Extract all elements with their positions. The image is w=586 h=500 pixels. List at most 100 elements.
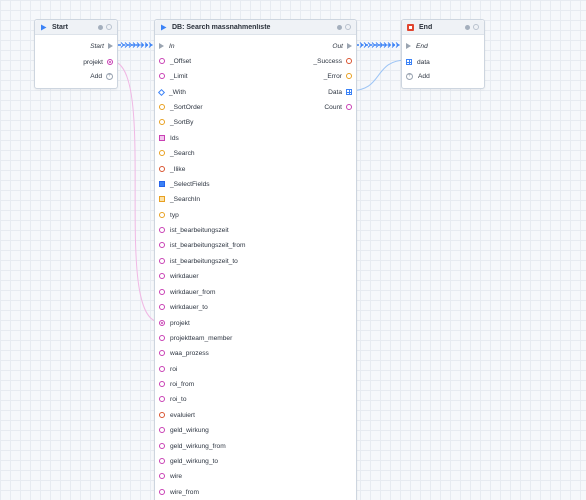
db-input-ids[interactable]: Ids (159, 132, 179, 144)
table-data-pin-icon[interactable] (406, 59, 412, 65)
pink-data-pin-icon[interactable] (159, 289, 165, 295)
diamond-pin-icon[interactable] (157, 88, 166, 96)
pink-data-pin-icon[interactable] (346, 104, 352, 110)
orange-data-pin-icon[interactable] (159, 104, 165, 110)
pink-data-pin-icon[interactable] (159, 58, 165, 64)
db-output-data[interactable]: Data (328, 86, 352, 98)
db-input-typ[interactable]: typ (159, 209, 179, 221)
pink-data-pin-icon[interactable] (159, 350, 165, 356)
pink-data-pin-icon[interactable] (159, 458, 165, 464)
pink-data-pin-icon[interactable] (159, 273, 165, 279)
node-settings-icon[interactable] (473, 24, 479, 30)
red-data-pin-icon[interactable] (159, 412, 165, 418)
db-input-sortorder[interactable]: _SortOrder (159, 101, 203, 113)
end-add-param-button[interactable]: + Add (406, 70, 430, 82)
end-node[interactable]: End End data + Add (401, 19, 485, 89)
exec-wire-end-arrows (359, 42, 400, 48)
pink-data-pin-icon[interactable] (159, 227, 165, 233)
db-exec-output[interactable]: Out (332, 40, 352, 52)
orange-data-pin-icon[interactable] (346, 73, 352, 79)
array-pin-icon[interactable] (159, 135, 165, 141)
exec-out-pin-icon[interactable] (347, 43, 352, 49)
add-icon[interactable]: + (106, 72, 113, 80)
input-label: typ (170, 211, 179, 219)
pink-data-pin-icon[interactable] (159, 73, 165, 79)
node-settings-icon[interactable] (345, 24, 351, 30)
node-menu-icon[interactable] (337, 24, 342, 30)
db-input-with[interactable]: _With (157, 86, 186, 98)
db-input-geld-wirkung[interactable]: geld_wirkung (159, 424, 209, 436)
end-exec-input[interactable]: End (406, 40, 428, 52)
db-search-node[interactable]: DB: Search massnahmenliste In Out _Succe… (154, 19, 357, 500)
node-menu-icon[interactable] (465, 24, 470, 30)
db-input-roi-from[interactable]: roi_from (159, 378, 194, 390)
end-param-data[interactable]: data (406, 56, 430, 68)
orange-data-pin-icon[interactable] (159, 212, 165, 218)
db-input-ist-bearbeitungszeit-to[interactable]: ist_bearbeitungszeit_to (159, 255, 238, 267)
db-input-roi-to[interactable]: roi_to (159, 393, 187, 405)
red-data-pin-icon[interactable] (346, 58, 352, 64)
db-exec-input[interactable]: In (159, 40, 175, 52)
db-input-waa-prozess[interactable]: waa_prozess (159, 347, 209, 359)
db-input-ist-bearbeitungszeit-from[interactable]: ist_bearbeitungszeit_from (159, 239, 246, 251)
db-input-searchin[interactable]: _SearchIn (159, 193, 200, 205)
db-input-roi[interactable]: roi (159, 363, 177, 375)
pink-data-pin-icon[interactable] (159, 258, 165, 264)
db-input-evaluiert[interactable]: evaluiert (159, 409, 195, 421)
node-settings-icon[interactable] (106, 24, 112, 30)
db-input-wirkdauer-to[interactable]: wirkdauer_to (159, 301, 208, 313)
array-pin-icon[interactable] (159, 196, 165, 202)
db-input-search[interactable]: _Search (159, 147, 195, 159)
start-exec-output[interactable]: Start (90, 40, 113, 52)
db-input-projekt[interactable]: projekt (159, 317, 190, 329)
db-input-wirkdauer[interactable]: wirkdauer (159, 270, 199, 282)
db-input-geld-wirkung-to[interactable]: geld_wirkung_to (159, 455, 218, 467)
add-icon[interactable]: + (406, 72, 413, 80)
db-input-wire-from[interactable]: wire_from (159, 486, 199, 498)
db-input-selectfields[interactable]: _SelectFields (159, 178, 210, 190)
db-output-count[interactable]: Count (324, 101, 352, 113)
start-node-header[interactable]: Start (35, 20, 117, 35)
pink-data-pin-icon[interactable] (159, 396, 165, 402)
orange-data-pin-icon[interactable] (159, 150, 165, 156)
input-label: ist_bearbeitungszeit_from (170, 241, 246, 249)
db-input-limit[interactable]: _Limit (159, 70, 188, 82)
pink-data-pin-icon[interactable] (159, 489, 165, 495)
input-label: _SearchIn (170, 195, 201, 203)
db-input-wirkdauer-from[interactable]: wirkdauer_from (159, 286, 215, 298)
start-add-param-button[interactable]: Add + (90, 70, 113, 82)
pink-data-pin-icon[interactable] (159, 335, 165, 341)
pink-data-pin-icon[interactable] (159, 381, 165, 387)
db-input-ilike[interactable]: _Ilike (159, 163, 185, 175)
orange-data-pin-icon[interactable] (159, 119, 165, 125)
db-input-projektteam-member[interactable]: projektteam_member (159, 332, 232, 344)
end-node-header[interactable]: End (402, 20, 484, 35)
pink-data-pin-icon[interactable] (159, 304, 165, 310)
start-node[interactable]: Start Start projekt Add + (34, 19, 118, 89)
input-label: _Ilike (170, 165, 186, 173)
node-menu-icon[interactable] (98, 24, 103, 30)
pink-data-pin-icon[interactable] (159, 242, 165, 248)
pink-data-pin-connected-icon[interactable] (159, 320, 165, 326)
play-icon (40, 24, 47, 31)
db-input-sortby[interactable]: _SortBy (159, 116, 193, 128)
red-data-pin-icon[interactable] (159, 166, 165, 172)
exec-out-pin-icon[interactable] (108, 43, 113, 49)
db-output-success[interactable]: _Success (313, 55, 352, 67)
db-output-error[interactable]: _Error (324, 70, 352, 82)
pink-data-pin-icon[interactable] (159, 427, 165, 433)
pink-data-pin-icon[interactable] (159, 366, 165, 372)
pink-data-pin-icon[interactable] (159, 473, 165, 479)
db-node-header[interactable]: DB: Search massnahmenliste (155, 20, 356, 35)
exec-in-pin-icon[interactable] (159, 43, 164, 49)
pink-data-pin-icon[interactable] (159, 443, 165, 449)
exec-in-pin-icon[interactable] (406, 43, 411, 49)
array-pin-icon[interactable] (159, 181, 165, 187)
db-input-wire[interactable]: wire (159, 470, 182, 482)
pink-data-pin-icon[interactable] (107, 59, 113, 65)
table-data-pin-icon[interactable] (346, 89, 352, 95)
db-input-ist-bearbeitungszeit[interactable]: ist_bearbeitungszeit (159, 224, 229, 236)
db-input-geld-wirkung-from[interactable]: geld_wirkung_from (159, 440, 226, 452)
db-input-offset[interactable]: _Offset (159, 55, 191, 67)
start-param-projekt[interactable]: projekt (83, 56, 113, 68)
